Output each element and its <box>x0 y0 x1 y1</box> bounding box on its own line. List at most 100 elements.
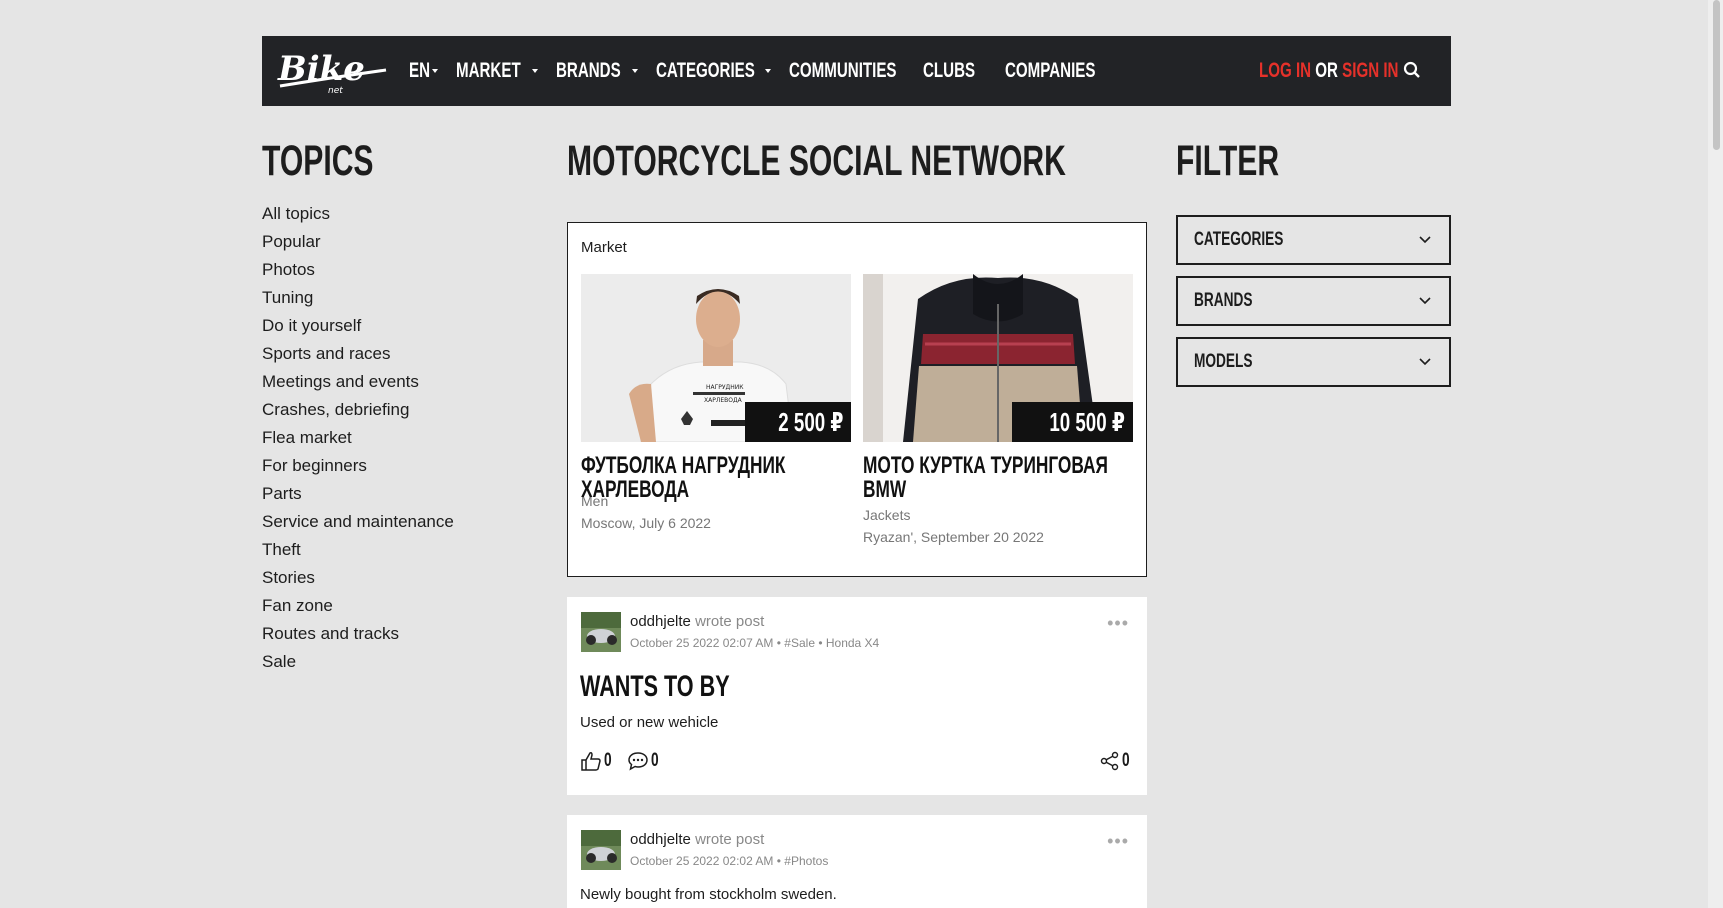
topic-item[interactable]: Parts <box>262 480 454 508</box>
share-button[interactable]: 0 <box>1100 750 1133 772</box>
filter-brands-dropdown[interactable]: BRANDS <box>1176 276 1451 326</box>
filter-label: CATEGORIES <box>1194 229 1284 250</box>
search-icon[interactable] <box>1403 61 1421 79</box>
post-actions: 0 0 <box>580 750 673 772</box>
more-options-icon[interactable]: ••• <box>1107 613 1129 634</box>
signin-link[interactable]: SIGN IN <box>1342 59 1398 82</box>
chevron-down-icon <box>1419 358 1431 366</box>
product-price: 2 500 ₽ <box>744 402 851 442</box>
nav-language[interactable]: EN <box>409 59 439 83</box>
nav-label: COMMUNITIES <box>789 59 897 82</box>
topic-item[interactable]: Do it yourself <box>262 312 454 340</box>
author-name[interactable]: oddhjelte <box>630 613 691 630</box>
thumbs-up-icon <box>581 752 601 771</box>
topic-item[interactable]: All topics <box>262 200 454 228</box>
comment-count: 0 <box>650 750 659 771</box>
product-image-tshirt[interactable]: НАГРУДНИК ХАРЛЕВОДА 2 500 ₽ <box>581 274 851 442</box>
caret-down-icon <box>631 69 638 73</box>
more-options-icon[interactable]: ••• <box>1107 831 1129 852</box>
topics-heading: TOPICS <box>262 137 374 185</box>
product-price: 10 500 ₽ <box>1012 402 1133 442</box>
nav-label: CLUBS <box>923 59 976 82</box>
caret-down-icon <box>432 69 439 73</box>
product-title[interactable]: МОТО КУРТКА ТУРИНГОВАЯ BMW <box>863 454 1115 502</box>
topic-item[interactable]: Routes and tracks <box>262 620 454 648</box>
topic-item[interactable]: Popular <box>262 228 454 256</box>
market-label[interactable]: Market <box>581 239 627 256</box>
post-meta: October 25 2022 02:02 AM • #Photos <box>630 854 829 868</box>
post-author-line: oddhjelte wrote post <box>630 831 764 848</box>
post-card: oddhjelte wrote post October 25 2022 02:… <box>567 597 1147 795</box>
topic-item[interactable]: Sale <box>262 648 454 676</box>
auth-links: LOG IN OR SIGN IN <box>1259 36 1453 106</box>
post-body: Newly bought from stockholm sweden. <box>580 886 837 903</box>
post-body: Used or new wehicle <box>580 714 719 731</box>
topic-item[interactable]: Tuning <box>262 284 454 312</box>
topic-item[interactable]: Photos <box>262 256 454 284</box>
nav-categories[interactable]: CATEGORIES <box>655 59 772 83</box>
main-nav: EN MARKET BRANDS CATEGORIES COMMUNITIES … <box>409 36 1148 106</box>
login-link[interactable]: LOG IN <box>1259 59 1311 82</box>
product-image-jacket[interactable]: 10 500 ₽ <box>863 274 1133 442</box>
nav-communities[interactable]: COMMUNITIES <box>789 59 938 83</box>
topic-item[interactable]: Crashes, debriefing <box>262 396 454 424</box>
topic-item[interactable]: Theft <box>262 536 454 564</box>
product-location-date: Ryazan', September 20 2022 <box>863 529 1044 545</box>
product-category: Jackets <box>863 507 911 523</box>
avatar[interactable] <box>581 830 621 870</box>
scrollbar-thumb[interactable] <box>1713 0 1720 150</box>
filter-heading: FILTER <box>1176 137 1280 185</box>
nav-companies[interactable]: COMPANIES <box>1005 59 1131 83</box>
topic-item[interactable]: Service and maintenance <box>262 508 454 536</box>
avatar[interactable] <box>581 612 621 652</box>
share-icon <box>1101 751 1119 771</box>
product-location-date: Moscow, July 6 2022 <box>581 515 711 531</box>
page-scrollbar[interactable] <box>1708 0 1723 908</box>
author-name[interactable]: oddhjelte <box>630 831 691 848</box>
like-button[interactable]: 0 <box>580 750 615 772</box>
nav-market[interactable]: MARKET <box>456 59 539 83</box>
topic-item[interactable]: Fan zone <box>262 592 454 620</box>
author-action: wrote post <box>695 613 765 630</box>
product-card[interactable]: НАГРУДНИК ХАРЛЕВОДА 2 500 ₽ ФУТБОЛКА НАГ… <box>581 274 851 534</box>
post-author-line: oddhjelte wrote post <box>630 613 764 630</box>
svg-text:ХАРЛЕВОДА: ХАРЛЕВОДА <box>704 397 743 404</box>
nav-label: CATEGORIES <box>655 59 755 82</box>
post-meta: October 25 2022 02:07 AM • #Sale • Honda… <box>630 636 880 650</box>
product-title[interactable]: ФУТБОЛКА НАГРУДНИК ХАРЛЕВОДА <box>581 454 833 502</box>
caret-down-icon <box>765 69 772 73</box>
share-count: 0 <box>1122 750 1131 771</box>
topic-item[interactable]: Stories <box>262 564 454 592</box>
nav-clubs[interactable]: CLUBS <box>923 59 995 83</box>
topic-item[interactable]: For beginners <box>262 452 454 480</box>
page-title: MOTORCYCLE SOCIAL NETWORK <box>567 137 1066 185</box>
like-count: 0 <box>604 750 612 771</box>
post-title[interactable]: WANTS TO BY <box>580 670 788 704</box>
nav-label: EN <box>409 59 431 82</box>
filter-models-dropdown[interactable]: MODELS <box>1176 337 1451 387</box>
bike-net-logo[interactable]: Bike net <box>274 48 392 96</box>
topics-list: All topics Popular Photos Tuning Do it y… <box>262 200 454 676</box>
filter-categories-dropdown[interactable]: CATEGORIES <box>1176 215 1451 265</box>
topic-item[interactable]: Meetings and events <box>262 368 454 396</box>
nav-label: COMPANIES <box>1004 59 1096 82</box>
nav-label: BRANDS <box>556 59 621 82</box>
topic-item[interactable]: Sports and races <box>262 340 454 368</box>
svg-text:НАГРУДНИК: НАГРУДНИК <box>706 384 744 391</box>
author-action: wrote post <box>695 831 765 848</box>
filter-label: BRANDS <box>1194 290 1253 311</box>
comment-button[interactable]: 0 <box>627 750 662 772</box>
nav-brands[interactable]: BRANDS <box>556 59 638 83</box>
filter-label: MODELS <box>1194 351 1253 372</box>
chevron-down-icon <box>1419 236 1431 244</box>
caret-down-icon <box>532 69 539 73</box>
svg-text:net: net <box>328 86 343 96</box>
market-card: Market НАГРУДНИК ХАРЛЕВОДА 2 500 ₽ ФУТБО… <box>567 222 1147 577</box>
top-navbar: Bike net EN MARKET BRANDS CATEGORIES COM… <box>262 36 1451 106</box>
topic-item[interactable]: Flea market <box>262 424 454 452</box>
chevron-down-icon <box>1419 297 1431 305</box>
or-text: OR <box>1315 59 1338 82</box>
post-card: oddhjelte wrote post October 25 2022 02:… <box>567 815 1147 908</box>
comment-icon <box>627 752 648 771</box>
product-card[interactable]: 10 500 ₽ МОТО КУРТКА ТУРИНГОВАЯ BMW Jack… <box>863 274 1133 548</box>
